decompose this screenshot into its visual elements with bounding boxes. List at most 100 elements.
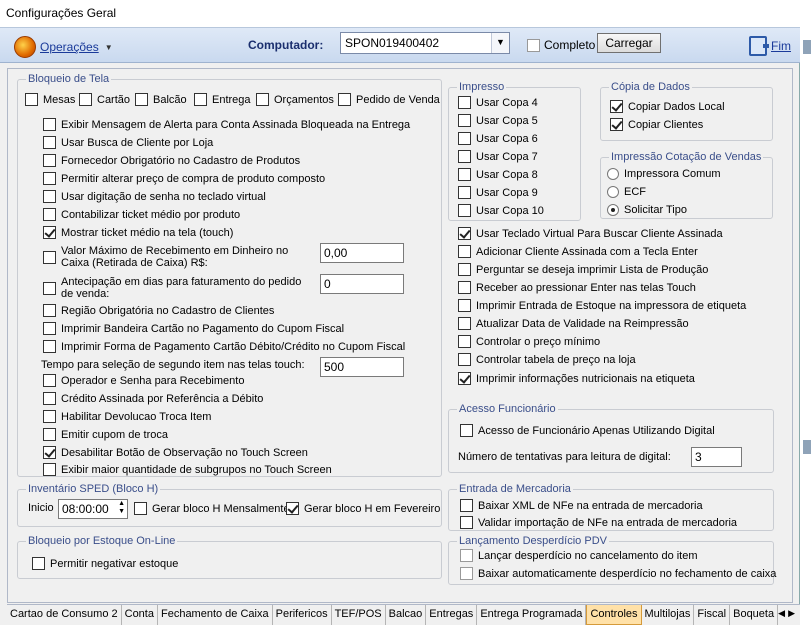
tab-entregas[interactable]: Entregas	[426, 605, 478, 625]
option-maior-subgrupos[interactable]: Exibir maior quantidade de subgrupos no …	[43, 463, 332, 476]
option-copa-4[interactable]: Usar Copa 4	[458, 96, 538, 109]
option-operador-senha[interactable]: Operador e Senha para Recebimento	[43, 374, 244, 387]
checkbox[interactable]	[43, 154, 56, 167]
checkbox[interactable]	[460, 499, 473, 512]
option-validar-nfe[interactable]: Validar importação de NFe na entrada de …	[460, 516, 737, 529]
antecipacao-input[interactable]: 0	[320, 274, 404, 294]
option-devolucao-troca[interactable]: Habilitar Devolucao Troca Item	[43, 410, 211, 423]
radio-ecf[interactable]: ECF	[607, 186, 646, 198]
option-receber-enter-touch[interactable]: Receber ao pressionar Enter nas telas To…	[458, 281, 696, 294]
checkbox[interactable]	[458, 96, 471, 109]
checkbox[interactable]	[458, 335, 471, 348]
radio[interactable]	[607, 186, 619, 198]
option-copa-9[interactable]: Usar Copa 9	[458, 186, 538, 199]
bloqueio-balcao[interactable]: Balcão	[135, 93, 187, 106]
option-copa-7[interactable]: Usar Copa 7	[458, 150, 538, 163]
tab-entrega-programada[interactable]: Entrega Programada	[477, 605, 587, 625]
tab-perifericos[interactable]: Perifericos	[273, 605, 332, 625]
option-negativar-estoque[interactable]: Permitir negativar estoque	[32, 557, 178, 570]
checkbox[interactable]	[43, 208, 56, 221]
tab-boqueta[interactable]: Boqueta	[730, 605, 779, 625]
option-baixar-xml-nfe[interactable]: Baixar XML de NFe na entrada de mercador…	[460, 499, 703, 512]
checkbox[interactable]	[458, 204, 471, 217]
tab-multilojas[interactable]: Multilojas	[642, 605, 695, 625]
checkbox[interactable]	[458, 281, 471, 294]
completo-box[interactable]	[527, 38, 540, 52]
option-ticket-medio-produto[interactable]: Contabilizar ticket médio por produto	[43, 208, 240, 221]
radio-impressora-comum[interactable]: Impressora Comum	[607, 168, 721, 180]
option-copa-10[interactable]: Usar Copa 10	[458, 204, 544, 217]
carregar-button[interactable]: Carregar	[597, 33, 661, 53]
checkbox[interactable]	[134, 502, 147, 515]
option-teclado-virtual-cliente[interactable]: Usar Teclado Virtual Para Buscar Cliente…	[458, 227, 723, 240]
checkbox[interactable]	[43, 118, 56, 131]
checkbox[interactable]	[610, 118, 623, 131]
valor-maximo-input[interactable]: 0,00	[320, 243, 404, 263]
tab-fechamento-caixa[interactable]: Fechamento de Caixa	[158, 605, 273, 625]
checkbox[interactable]	[458, 150, 471, 163]
checkbox[interactable]	[43, 226, 56, 239]
tab-fiscal[interactable]: Fiscal	[694, 605, 731, 625]
bloqueio-mesas[interactable]: Mesas	[25, 93, 75, 106]
option-copa-6[interactable]: Usar Copa 6	[458, 132, 538, 145]
option-copiar-dados-local[interactable]: Copiar Dados Local	[610, 100, 725, 113]
option-alerta-conta-assinada[interactable]: Exibir Mensagem de Alerta para Conta Ass…	[43, 118, 410, 131]
checkbox[interactable]	[43, 463, 56, 476]
checkbox[interactable]	[458, 353, 471, 366]
tab-controles[interactable]: Controles	[586, 605, 642, 625]
checkbox[interactable]	[43, 322, 56, 335]
mesas-checkbox[interactable]	[25, 93, 38, 106]
radio[interactable]	[607, 168, 619, 180]
option-bandeira-cartao[interactable]: Imprimir Bandeira Cartão no Pagamento do…	[43, 322, 344, 335]
checkbox[interactable]	[43, 190, 56, 203]
tab-conta[interactable]: Conta	[122, 605, 158, 625]
checkbox[interactable]	[458, 299, 471, 312]
checkbox[interactable]	[460, 424, 473, 437]
entrega-checkbox[interactable]	[194, 93, 207, 106]
inicio-time-input[interactable]: 08:00:00 ▲ ▼	[58, 499, 128, 519]
option-regiao-obrigatoria[interactable]: Região Obrigatória no Cadastro de Client…	[43, 304, 274, 317]
radio[interactable]	[607, 204, 619, 216]
option-senha-teclado-virtual[interactable]: Usar digitação de senha no teclado virtu…	[43, 190, 266, 203]
cartao-checkbox[interactable]	[79, 93, 92, 106]
tab-cartao-consumo-2[interactable]: Cartao de Consumo 2	[7, 605, 122, 625]
checkbox[interactable]	[43, 282, 56, 295]
checkbox[interactable]	[458, 168, 471, 181]
checkbox[interactable]	[458, 245, 471, 258]
checkbox[interactable]	[43, 446, 56, 459]
option-acesso-digital[interactable]: Acesso de Funcionário Apenas Utilizando …	[460, 424, 715, 437]
option-lista-producao[interactable]: Perguntar se deseja imprimir Lista de Pr…	[458, 263, 708, 276]
completo-checkbox[interactable]: Completo	[527, 38, 595, 52]
operations-menu[interactable]: Operações ▼	[14, 36, 113, 58]
option-bloco-h-fevereiro[interactable]: Gerar bloco H em Fevereiro	[286, 502, 440, 515]
spin-arrows-icon[interactable]: ▲ ▼	[118, 500, 125, 516]
option-info-nutricionais[interactable]: Imprimir informações nutricionais na eti…	[458, 372, 695, 385]
checkbox[interactable]	[43, 428, 56, 441]
option-entrada-estoque-etiqueta[interactable]: Imprimir Entrada de Estoque na impressor…	[458, 299, 746, 312]
option-baixar-desperdicio[interactable]: Baixar automaticamente desperdício no fe…	[460, 567, 776, 580]
option-preco-minimo[interactable]: Controlar o preço mínimo	[458, 335, 600, 348]
checkbox[interactable]	[458, 227, 471, 240]
option-alterar-preco-composto[interactable]: Permitir alterar preço de compra de prod…	[43, 172, 325, 185]
option-tabela-preco-loja[interactable]: Controlar tabela de preço na loja	[458, 353, 636, 366]
option-cupom-troca[interactable]: Emitir cupom de troca	[43, 428, 168, 441]
checkbox[interactable]	[458, 186, 471, 199]
option-forma-pagamento[interactable]: Imprimir Forma de Pagamento Cartão Débit…	[43, 340, 405, 353]
option-data-validade[interactable]: Atualizar Data de Validade na Reimpressã…	[458, 317, 689, 330]
checkbox[interactable]	[460, 516, 473, 529]
chevron-down-icon[interactable]: ▼	[491, 33, 509, 53]
checkbox[interactable]	[43, 410, 56, 423]
option-desabilitar-observacao[interactable]: Desabilitar Botão de Observação no Touch…	[43, 446, 308, 459]
checkbox[interactable]	[458, 263, 471, 276]
option-credito-assinada[interactable]: Crédito Assinada por Referência a Débito	[43, 392, 263, 405]
radio-solicitar-tipo[interactable]: Solicitar Tipo	[607, 204, 687, 216]
option-ticket-medio-touch[interactable]: Mostrar ticket médio na tela (touch)	[43, 226, 233, 239]
tentativas-input[interactable]: 3	[691, 447, 742, 467]
checkbox[interactable]	[458, 372, 471, 385]
option-lancar-desperdicio[interactable]: Lançar desperdício no cancelamento do it…	[460, 549, 698, 562]
checkbox[interactable]	[43, 374, 56, 387]
checkbox[interactable]	[610, 100, 623, 113]
checkbox[interactable]	[43, 304, 56, 317]
checkbox[interactable]	[460, 549, 473, 562]
checkbox[interactable]	[32, 557, 45, 570]
